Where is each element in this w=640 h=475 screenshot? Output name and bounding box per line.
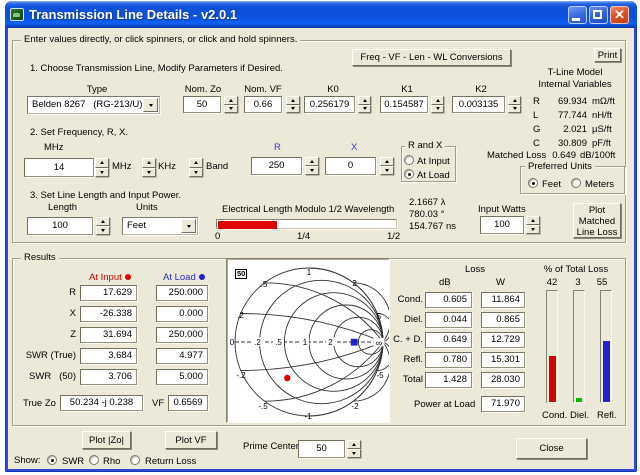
svg-text:.5: .5 xyxy=(275,338,282,347)
svg-text:-.5: -.5 xyxy=(258,402,268,411)
svg-text:2: 2 xyxy=(352,279,357,288)
svg-text:-5: -5 xyxy=(376,371,384,380)
svg-text:-.2: -.2 xyxy=(236,371,246,380)
svg-text:-1: -1 xyxy=(304,412,312,421)
svg-text:∞: ∞ xyxy=(376,338,382,348)
svg-text:1: 1 xyxy=(303,338,308,347)
svg-text:1: 1 xyxy=(307,268,312,277)
svg-text:.2: .2 xyxy=(237,311,244,320)
svg-text:.2: .2 xyxy=(254,338,261,347)
svg-text:0: 0 xyxy=(230,338,235,347)
svg-text:5: 5 xyxy=(377,312,382,321)
svg-text:-2: -2 xyxy=(351,402,359,411)
svg-text:2: 2 xyxy=(328,338,333,347)
svg-text:.5: .5 xyxy=(261,280,268,289)
